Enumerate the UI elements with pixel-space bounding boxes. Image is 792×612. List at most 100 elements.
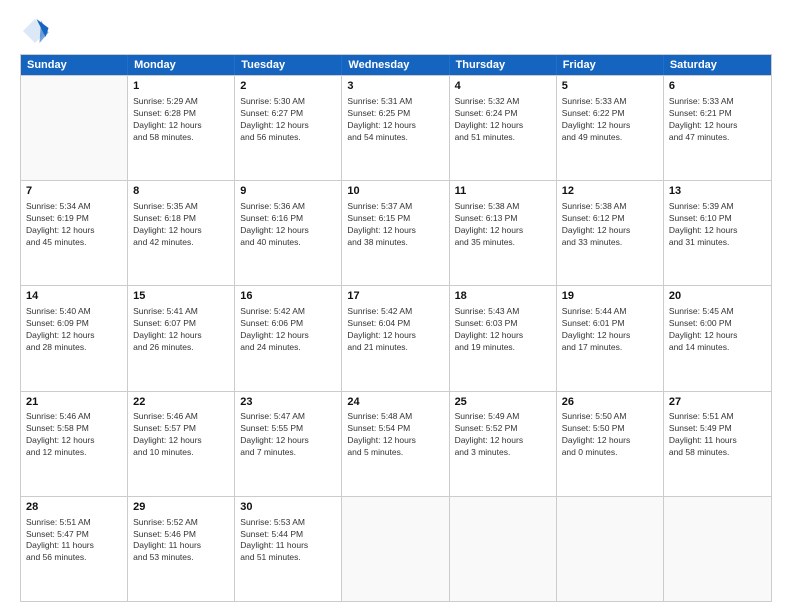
cal-cell-21: 21Sunrise: 5:46 AM Sunset: 5:58 PM Dayli…: [21, 392, 128, 496]
day-number: 15: [133, 289, 229, 304]
cell-info: Sunrise: 5:42 AM Sunset: 6:04 PM Dayligh…: [347, 306, 443, 354]
calendar: SundayMondayTuesdayWednesdayThursdayFrid…: [20, 54, 772, 602]
cal-cell-23: 23Sunrise: 5:47 AM Sunset: 5:55 PM Dayli…: [235, 392, 342, 496]
cal-cell-26: 26Sunrise: 5:50 AM Sunset: 5:50 PM Dayli…: [557, 392, 664, 496]
cal-cell-empty-4-6: [664, 497, 771, 601]
cal-cell-19: 19 Sunrise: 5:44 AM Sunset: 6:01 PM Dayli…: [557, 286, 664, 390]
day-number: 3: [347, 79, 443, 94]
cell-info: Sunrise: 5:33 AM Sunset: 6:21 PM Dayligh…: [669, 96, 766, 144]
cal-header-sunday: Sunday: [21, 55, 128, 75]
cell-info: Sunrise: 5:51 AM Sunset: 5:47 PM Dayligh…: [26, 517, 122, 565]
cell-info: Sunrise: 5:35 AM Sunset: 6:18 PM Dayligh…: [133, 201, 229, 249]
cell-info: Sunrise: 5:33 AM Sunset: 6:22 PM Dayligh…: [562, 96, 658, 144]
cal-cell-2: 2 Sunrise: 5:30 AM Sunset: 6:27 PM Daylig…: [235, 76, 342, 180]
cell-info: Sunrise: 5:48 AM Sunset: 5:54 PM Dayligh…: [347, 411, 443, 459]
cell-info: Sunrise: 5:34 AM Sunset: 6:19 PM Dayligh…: [26, 201, 122, 249]
cal-cell-empty-4-5: [557, 497, 664, 601]
day-number: 22: [133, 395, 229, 410]
cal-cell-empty-4-4: [450, 497, 557, 601]
header: [20, 16, 772, 46]
cell-info: Sunrise: 5:32 AM Sunset: 6:24 PM Dayligh…: [455, 96, 551, 144]
cal-row-3: 21Sunrise: 5:46 AM Sunset: 5:58 PM Dayli…: [21, 391, 771, 496]
cal-cell-29: 29 Sunrise: 5:52 AM Sunset: 5:46 PM Dayli…: [128, 497, 235, 601]
cell-info: Sunrise: 5:52 AM Sunset: 5:46 PM Dayligh…: [133, 517, 229, 565]
cell-info: Sunrise: 5:37 AM Sunset: 6:15 PM Dayligh…: [347, 201, 443, 249]
day-number: 4: [455, 79, 551, 94]
cal-header-thursday: Thursday: [450, 55, 557, 75]
cal-cell-27: 27Sunrise: 5:51 AM Sunset: 5:49 PM Dayli…: [664, 392, 771, 496]
day-number: 25: [455, 395, 551, 410]
cell-info: Sunrise: 5:38 AM Sunset: 6:12 PM Dayligh…: [562, 201, 658, 249]
cal-cell-3: 3 Sunrise: 5:31 AM Sunset: 6:25 PM Daylig…: [342, 76, 449, 180]
cell-info: Sunrise: 5:53 AM Sunset: 5:44 PM Dayligh…: [240, 517, 336, 565]
day-number: 9: [240, 184, 336, 199]
day-number: 30: [240, 500, 336, 515]
logo: [20, 16, 54, 46]
cell-info: Sunrise: 5:43 AM Sunset: 6:03 PM Dayligh…: [455, 306, 551, 354]
cell-info: Sunrise: 5:51 AM Sunset: 5:49 PM Dayligh…: [669, 411, 766, 459]
day-number: 26: [562, 395, 658, 410]
day-number: 20: [669, 289, 766, 304]
day-number: 13: [669, 184, 766, 199]
cal-cell-5: 5 Sunrise: 5:33 AM Sunset: 6:22 PM Daylig…: [557, 76, 664, 180]
cal-cell-15: 15Sunrise: 5:41 AM Sunset: 6:07 PM Dayli…: [128, 286, 235, 390]
cal-row-0: 1Sunrise: 5:29 AM Sunset: 6:28 PM Daylig…: [21, 75, 771, 180]
cell-info: Sunrise: 5:49 AM Sunset: 5:52 PM Dayligh…: [455, 411, 551, 459]
cal-header-monday: Monday: [128, 55, 235, 75]
day-number: 14: [26, 289, 122, 304]
day-number: 7: [26, 184, 122, 199]
cal-cell-25: 25Sunrise: 5:49 AM Sunset: 5:52 PM Dayli…: [450, 392, 557, 496]
cal-row-2: 14 Sunrise: 5:40 AM Sunset: 6:09 PM Dayli…: [21, 285, 771, 390]
cal-cell-4: 4 Sunrise: 5:32 AM Sunset: 6:24 PM Daylig…: [450, 76, 557, 180]
cal-cell-28: 28 Sunrise: 5:51 AM Sunset: 5:47 PM Dayli…: [21, 497, 128, 601]
cal-cell-6: 6Sunrise: 5:33 AM Sunset: 6:21 PM Daylig…: [664, 76, 771, 180]
cal-cell-24: 24Sunrise: 5:48 AM Sunset: 5:54 PM Dayli…: [342, 392, 449, 496]
day-number: 16: [240, 289, 336, 304]
cal-cell-1: 1Sunrise: 5:29 AM Sunset: 6:28 PM Daylig…: [128, 76, 235, 180]
cell-info: Sunrise: 5:44 AM Sunset: 6:01 PM Dayligh…: [562, 306, 658, 354]
day-number: 5: [562, 79, 658, 94]
cal-cell-empty-0-0: [21, 76, 128, 180]
cal-cell-12: 12 Sunrise: 5:38 AM Sunset: 6:12 PM Dayli…: [557, 181, 664, 285]
cal-cell-8: 8 Sunrise: 5:35 AM Sunset: 6:18 PM Daylig…: [128, 181, 235, 285]
cell-info: Sunrise: 5:47 AM Sunset: 5:55 PM Dayligh…: [240, 411, 336, 459]
cal-cell-16: 16 Sunrise: 5:42 AM Sunset: 6:06 PM Dayli…: [235, 286, 342, 390]
cell-info: Sunrise: 5:31 AM Sunset: 6:25 PM Dayligh…: [347, 96, 443, 144]
page: SundayMondayTuesdayWednesdayThursdayFrid…: [0, 0, 792, 612]
day-number: 17: [347, 289, 443, 304]
day-number: 1: [133, 79, 229, 94]
day-number: 21: [26, 395, 122, 410]
cell-info: Sunrise: 5:39 AM Sunset: 6:10 PM Dayligh…: [669, 201, 766, 249]
day-number: 29: [133, 500, 229, 515]
cal-cell-9: 9 Sunrise: 5:36 AM Sunset: 6:16 PM Daylig…: [235, 181, 342, 285]
cal-row-4: 28 Sunrise: 5:51 AM Sunset: 5:47 PM Dayli…: [21, 496, 771, 601]
cal-cell-empty-4-3: [342, 497, 449, 601]
day-number: 12: [562, 184, 658, 199]
cal-cell-14: 14 Sunrise: 5:40 AM Sunset: 6:09 PM Dayli…: [21, 286, 128, 390]
day-number: 18: [455, 289, 551, 304]
cell-info: Sunrise: 5:36 AM Sunset: 6:16 PM Dayligh…: [240, 201, 336, 249]
day-number: 27: [669, 395, 766, 410]
day-number: 24: [347, 395, 443, 410]
day-number: 28: [26, 500, 122, 515]
cal-row-1: 7 Sunrise: 5:34 AM Sunset: 6:19 PM Daylig…: [21, 180, 771, 285]
cal-cell-20: 20 Sunrise: 5:45 AM Sunset: 6:00 PM Dayli…: [664, 286, 771, 390]
cell-info: Sunrise: 5:42 AM Sunset: 6:06 PM Dayligh…: [240, 306, 336, 354]
cell-info: Sunrise: 5:38 AM Sunset: 6:13 PM Dayligh…: [455, 201, 551, 249]
day-number: 19: [562, 289, 658, 304]
cell-info: Sunrise: 5:46 AM Sunset: 5:57 PM Dayligh…: [133, 411, 229, 459]
day-number: 23: [240, 395, 336, 410]
cell-info: Sunrise: 5:45 AM Sunset: 6:00 PM Dayligh…: [669, 306, 766, 354]
cal-cell-17: 17 Sunrise: 5:42 AM Sunset: 6:04 PM Dayli…: [342, 286, 449, 390]
cal-cell-13: 13 Sunrise: 5:39 AM Sunset: 6:10 PM Dayli…: [664, 181, 771, 285]
cell-info: Sunrise: 5:46 AM Sunset: 5:58 PM Dayligh…: [26, 411, 122, 459]
cal-cell-11: 11Sunrise: 5:38 AM Sunset: 6:13 PM Dayli…: [450, 181, 557, 285]
cell-info: Sunrise: 5:30 AM Sunset: 6:27 PM Dayligh…: [240, 96, 336, 144]
day-number: 8: [133, 184, 229, 199]
cell-info: Sunrise: 5:40 AM Sunset: 6:09 PM Dayligh…: [26, 306, 122, 354]
cal-cell-18: 18 Sunrise: 5:43 AM Sunset: 6:03 PM Dayli…: [450, 286, 557, 390]
calendar-header-row: SundayMondayTuesdayWednesdayThursdayFrid…: [21, 55, 771, 75]
cell-info: Sunrise: 5:50 AM Sunset: 5:50 PM Dayligh…: [562, 411, 658, 459]
cal-header-friday: Friday: [557, 55, 664, 75]
day-number: 2: [240, 79, 336, 94]
